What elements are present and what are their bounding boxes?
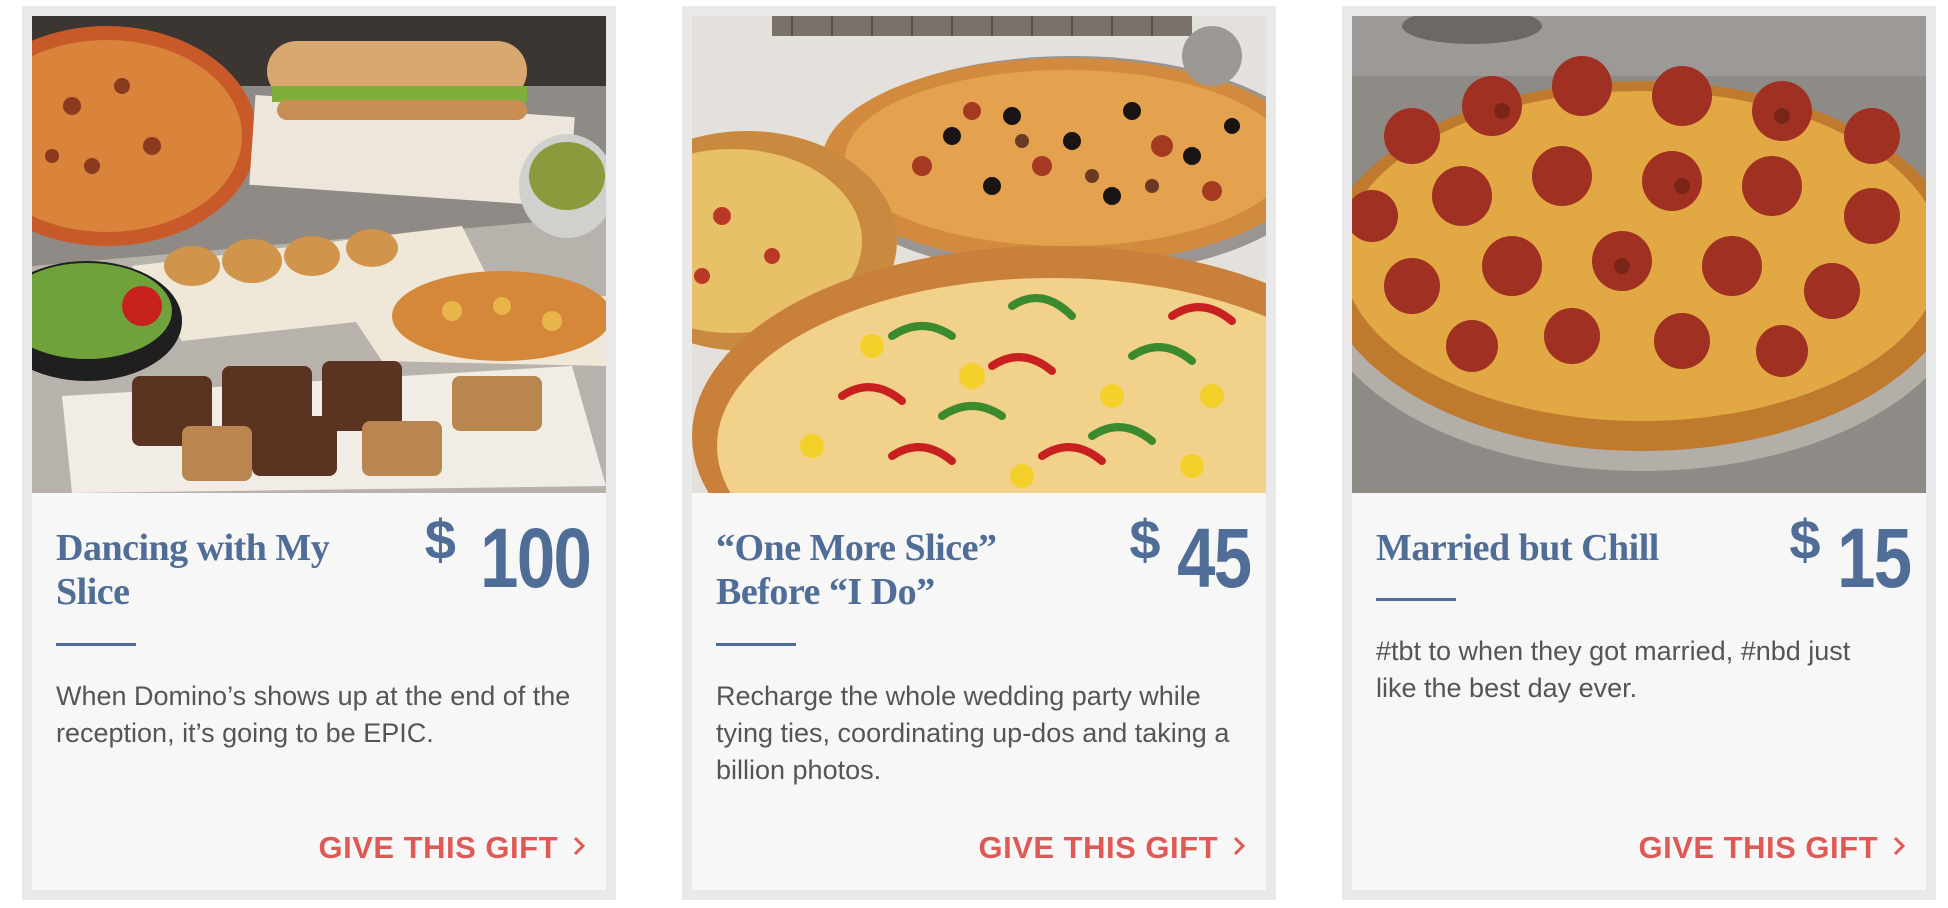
- gift-cards-grid: Dancing with My Slice $ 100 When Domino’…: [0, 0, 1948, 908]
- price-currency: $: [1789, 508, 1821, 571]
- give-this-gift-label: GIVE THIS GIFT: [318, 830, 558, 865]
- title-divider: [1376, 598, 1456, 601]
- price-amount: 45: [1176, 511, 1252, 605]
- price-currency: $: [424, 508, 456, 571]
- gift-card-married-but-chill: Married but Chill $ 15 #tbt to when they…: [1342, 6, 1936, 900]
- give-this-gift-link[interactable]: GIVE THIS GIFT: [1638, 830, 1906, 866]
- give-this-gift-label: GIVE THIS GIFT: [1638, 830, 1878, 865]
- chevron-right-icon: [572, 832, 586, 864]
- card-description: #tbt to when they got married, #nbd just…: [1376, 636, 1851, 703]
- give-this-gift-label: GIVE THIS GIFT: [978, 830, 1218, 865]
- title-divider: [716, 643, 796, 646]
- gift-card-one-more-slice: “One More Slice” Before “I Do” $ 45 Rech…: [682, 6, 1276, 900]
- card-description: When Domino’s shows up at the end of the…: [56, 681, 571, 748]
- give-this-gift-link[interactable]: GIVE THIS GIFT: [978, 830, 1246, 866]
- card-title: “One More Slice” Before “I Do”: [716, 527, 997, 613]
- price-amount: 100: [479, 511, 592, 605]
- gift-card-dancing-with-my-slice: Dancing with My Slice $ 100 When Domino’…: [22, 6, 616, 900]
- price-amount: 15: [1836, 511, 1912, 605]
- card-price: $ 100: [425, 511, 592, 605]
- chevron-right-icon: [1892, 832, 1906, 864]
- two-pizzas-image: [692, 16, 1266, 493]
- card-title: Married but Chill: [1376, 527, 1659, 569]
- card-price: $ 45: [1129, 511, 1252, 605]
- food-spread-image: [32, 16, 606, 493]
- card-title: Dancing with My Slice: [56, 527, 330, 613]
- price-currency: $: [1129, 508, 1161, 571]
- give-this-gift-link[interactable]: GIVE THIS GIFT: [318, 830, 586, 866]
- card-description: Recharge the whole wedding party while t…: [716, 681, 1230, 785]
- card-price: $ 15: [1789, 511, 1912, 605]
- title-divider: [56, 643, 136, 646]
- pepperoni-pizza-image: [1352, 16, 1926, 493]
- chevron-right-icon: [1232, 832, 1246, 864]
